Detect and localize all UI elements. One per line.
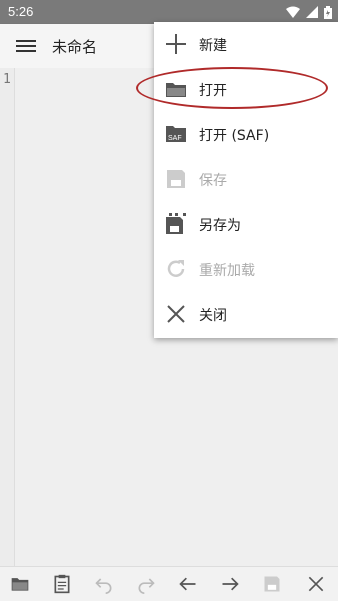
line-number: 1 <box>3 72 11 87</box>
menu-item-label: 保存 <box>199 173 227 189</box>
saf-folder-icon: SAF <box>166 126 186 142</box>
undo-icon <box>95 578 112 594</box>
line-gutter: 1 <box>0 68 15 566</box>
reload-icon <box>167 260 185 277</box>
status-time: 5:26 <box>8 4 34 19</box>
battery-icon <box>324 5 332 19</box>
save-icon <box>264 576 280 592</box>
menu-item-label: 另存为 <box>199 218 241 234</box>
menu-item-label: 关闭 <box>199 308 227 324</box>
menu-item-close[interactable]: 关闭 <box>154 292 338 337</box>
menu-item-open-saf[interactable]: SAF 打开 (SAF) <box>154 112 338 157</box>
svg-text:SAF: SAF <box>168 135 182 142</box>
close-icon[interactable] <box>306 574 326 594</box>
arrow-right-icon[interactable] <box>220 574 240 594</box>
highlight-annotation <box>136 67 328 109</box>
menu-item-label: 重新加载 <box>199 263 255 279</box>
redo-icon <box>138 578 155 594</box>
menu-item-reload: 重新加载 <box>154 247 338 292</box>
signal-icon <box>306 6 318 18</box>
close-icon <box>167 305 185 323</box>
document-title: 未命名 <box>52 38 98 56</box>
hamburger-menu-icon[interactable] <box>16 37 36 55</box>
menu-item-label: 打开 (SAF) <box>199 128 270 144</box>
clipboard-icon[interactable] <box>52 574 72 594</box>
arrow-left-icon[interactable] <box>178 574 198 594</box>
open-folder-icon[interactable] <box>10 574 30 594</box>
wifi-icon <box>286 6 300 18</box>
menu-item-save: 保存 <box>154 157 338 202</box>
plus-icon <box>166 34 186 54</box>
save-icon <box>167 170 185 188</box>
status-icons <box>286 5 332 19</box>
menu-item-save-as[interactable]: 另存为 <box>154 202 338 247</box>
save-as-icon <box>166 213 186 234</box>
status-bar: 5:26 <box>0 0 338 24</box>
menu-item-new[interactable]: 新建 <box>154 22 338 67</box>
menu-item-label: 新建 <box>199 38 227 54</box>
bottom-toolbar <box>0 566 338 601</box>
